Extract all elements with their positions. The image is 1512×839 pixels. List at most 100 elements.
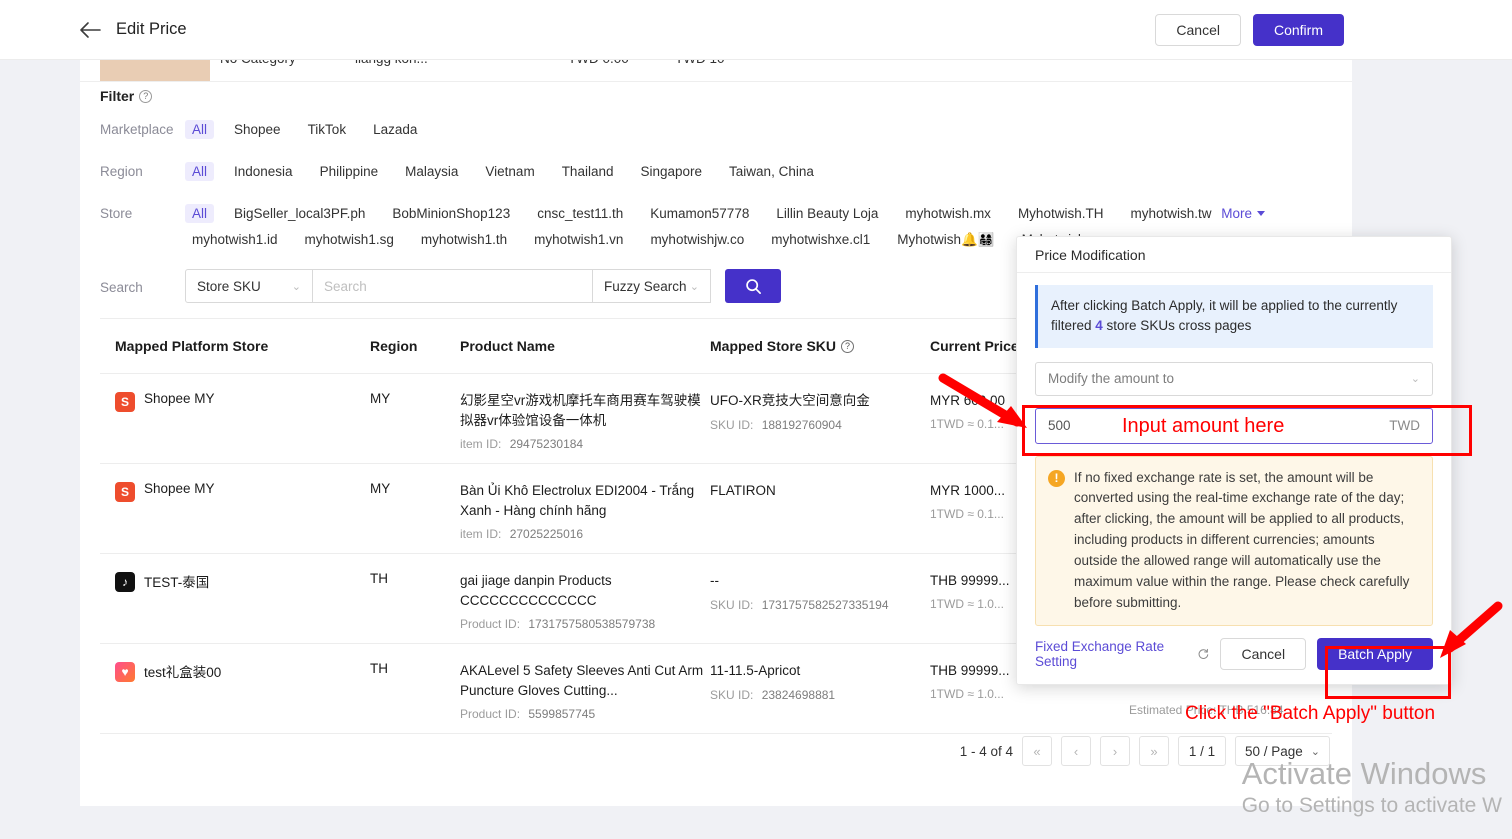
product-id: Product ID: 5599857745 (460, 707, 710, 721)
filter-option-region-malaysia[interactable]: Malaysia (398, 162, 465, 181)
question-circle-icon[interactable]: ? (841, 340, 854, 353)
search-mode-select[interactable]: Fuzzy Search ⌄ (593, 269, 711, 303)
filter-label: Filter (100, 88, 134, 104)
product-id-label: Product ID: (460, 617, 520, 631)
confirm-button[interactable]: Confirm (1253, 14, 1344, 46)
cell-store: S Shopee MY (100, 391, 370, 463)
cell-region: MY (370, 391, 460, 463)
next-page-button[interactable]: › (1100, 736, 1130, 766)
prev-page-button[interactable]: ‹ (1061, 736, 1091, 766)
filter-option-store-lillin[interactable]: Lillin Beauty Loja (769, 204, 885, 223)
question-circle-icon[interactable]: ? (139, 90, 152, 103)
sku-name: -- (710, 571, 930, 591)
cell-product: 幻影星空vr游戏机摩托车商用赛车驾驶模拟器vr体验馆设备一体机 item ID:… (460, 391, 710, 463)
filter-option-region-all[interactable]: All (185, 162, 214, 181)
last-page-button[interactable]: » (1139, 736, 1169, 766)
product-id-value: 27025225016 (510, 527, 583, 541)
product-name: 幻影星空vr游戏机摩托车商用赛车驾驶模拟器vr体验馆设备一体机 (460, 391, 710, 430)
filter-option-store-all[interactable]: All (185, 204, 214, 223)
filter-option-region-taiwan[interactable]: Taiwan, China (722, 162, 821, 181)
sku-id-value: 23824698881 (762, 688, 835, 702)
search-icon (745, 278, 762, 295)
filter-option-region-indonesia[interactable]: Indonesia (227, 162, 300, 181)
filter-option-region-thailand[interactable]: Thailand (555, 162, 621, 181)
filter-option-store-kumamon[interactable]: Kumamon57778 (643, 204, 756, 223)
search-button[interactable] (725, 269, 781, 303)
sku-id-label: SKU ID: (710, 598, 753, 612)
cell-region: TH (370, 661, 460, 733)
store-name: Shopee MY (144, 391, 215, 406)
filter-option-store-myhotwish1-id[interactable]: myhotwish1.id (185, 230, 285, 250)
batch-apply-button[interactable]: Batch Apply (1317, 638, 1433, 670)
col-header-sku: Mapped Store SKU (710, 338, 836, 354)
filter-option-store-myhotwish-emoji[interactable]: Myhotwish🔔👨‍👩‍👧‍👦 (890, 230, 1001, 250)
top-bar: Edit Price Cancel Confirm (0, 0, 1512, 60)
search-field-value: Store SKU (197, 279, 261, 294)
sku-id-label: SKU ID: (710, 688, 753, 702)
sku-id-value: 188192760904 (762, 418, 842, 432)
filter-option-marketplace-lazada[interactable]: Lazada (366, 120, 424, 139)
product-id: Product ID: 1731757580538579738 (460, 617, 710, 631)
filter-option-region-singapore[interactable]: Singapore (633, 162, 709, 181)
filter-option-marketplace-tiktok[interactable]: TikTok (301, 120, 354, 139)
popup-cancel-button[interactable]: Cancel (1220, 638, 1306, 670)
filter-option-store-bobminion[interactable]: BobMinionShop123 (385, 204, 517, 223)
filter-option-store-myhotwishxe[interactable]: myhotwishxe.cl1 (764, 230, 877, 250)
search-field-select[interactable]: Store SKU ⌄ (185, 269, 313, 303)
fixed-exchange-rate-link[interactable]: Fixed Exchange Rate Setting (1035, 639, 1209, 669)
pagination: 1 - 4 of 4 « ‹ › » 1 / 1 50 / Page ⌄ (960, 736, 1330, 766)
cell-sku: -- SKU ID: 1731757582527335194 (710, 571, 930, 643)
page-indicator[interactable]: 1 / 1 (1178, 736, 1226, 766)
filter-option-region-philippine[interactable]: Philippine (313, 162, 386, 181)
filter-option-store-myhotwish-th[interactable]: Myhotwish.TH (1011, 204, 1111, 223)
amount-input[interactable]: 500 TWD (1035, 408, 1433, 444)
modify-mode-select[interactable]: Modify the amount to ⌄ (1035, 362, 1433, 396)
first-page-button[interactable]: « (1022, 736, 1052, 766)
sku-name: FLATIRON (710, 481, 930, 501)
chevron-down-icon: ⌄ (1411, 372, 1420, 385)
filter-option-region-vietnam[interactable]: Vietnam (478, 162, 541, 181)
filter-options-marketplace: All Shopee TikTok Lazada (185, 120, 1332, 146)
more-label: More (1221, 206, 1252, 221)
cell-store: ♪ TEST-泰国 (100, 571, 370, 643)
cell-product: AKALevel 5 Safety Sleeves Anti Cut Arm P… (460, 661, 710, 733)
cell-region: MY (370, 481, 460, 553)
product-id-value: 1731757580538579738 (528, 617, 655, 631)
filter-option-store-myhotwish-mx[interactable]: myhotwish.mx (898, 204, 998, 223)
cancel-button[interactable]: Cancel (1155, 14, 1241, 46)
cell-product: gai jiage danpin Products CCCCCCCCCCCCCC… (460, 571, 710, 643)
product-id-label: Product ID: (460, 707, 520, 721)
cell-sku: 11-11.5-Apricot SKU ID: 23824698881 (710, 661, 930, 733)
sku-id-label: SKU ID: (710, 418, 753, 432)
back-arrow-icon[interactable] (78, 18, 102, 42)
exchange-rate-warning: ! If no fixed exchange rate is set, the … (1035, 456, 1433, 626)
sku-name: 11-11.5-Apricot (710, 661, 930, 681)
shopee-icon: S (115, 482, 135, 502)
filter-option-store-myhotwish1-sg[interactable]: myhotwish1.sg (298, 230, 401, 250)
filter-option-store-myhotwish1-vn[interactable]: myhotwish1.vn (527, 230, 630, 250)
cell-sku: FLATIRON (710, 481, 930, 553)
filter-option-store-myhotwish1-th[interactable]: myhotwish1.th (414, 230, 514, 250)
filter-option-store-myhotwishjw[interactable]: myhotwishjw.co (643, 230, 751, 250)
search-mode-value: Fuzzy Search (604, 279, 687, 294)
filter-row-region: Region All Indonesia Philippine Malaysia… (100, 162, 1332, 188)
estimated-price: Estimated Price: THB 516.84 (1129, 703, 1284, 717)
product-id-label: item ID: (460, 437, 501, 451)
col-header-region: Region (370, 338, 460, 354)
store-name: Shopee MY (144, 481, 215, 496)
filter-option-store-myhotwish-tw[interactable]: myhotwish.tw (1123, 204, 1218, 223)
store-more-toggle[interactable]: More (1221, 206, 1265, 221)
filter-option-marketplace-shopee[interactable]: Shopee (227, 120, 288, 139)
product-id: item ID: 27025225016 (460, 527, 710, 541)
filter-option-store-cnsc[interactable]: cnsc_test11.th (530, 204, 630, 223)
filter-option-store-bigseller[interactable]: BigSeller_local3PF.ph (227, 204, 372, 223)
sku-id-value: 1731757582527335194 (762, 598, 889, 612)
warning-text: If no fixed exchange rate is set, the am… (1074, 468, 1420, 614)
sku-name: UFO-XR竞技大空间意向金 (710, 391, 930, 411)
filter-option-marketplace-all[interactable]: All (185, 120, 214, 139)
search-input[interactable] (313, 269, 593, 303)
ghost-price-2: TWD 10 (675, 60, 725, 66)
page-size-select[interactable]: 50 / Page ⌄ (1235, 736, 1330, 766)
topbar-actions: Cancel Confirm (1155, 14, 1344, 46)
amount-value: 500 (1048, 418, 1071, 433)
